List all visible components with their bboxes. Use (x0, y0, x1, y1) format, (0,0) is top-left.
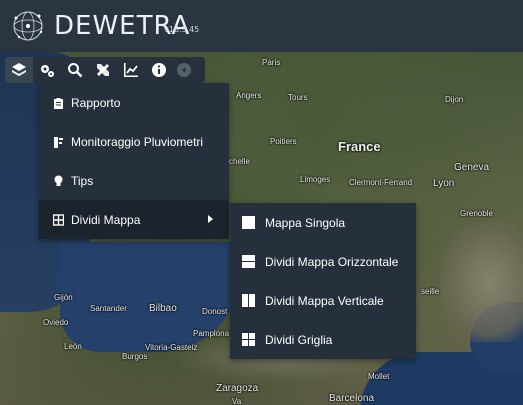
tools-button[interactable] (89, 57, 117, 83)
lightbulb-icon (52, 174, 64, 188)
map-label-bilbao: Bilbao (149, 303, 177, 314)
map-label-france: France (338, 139, 381, 154)
rain-gauge-icon (52, 135, 64, 149)
chevron-left-icon (182, 67, 186, 73)
submenu-item-label: Dividi Griglia (265, 332, 333, 347)
map-label-pamplona: Pamplona (193, 329, 230, 338)
single-map-icon (242, 216, 255, 229)
menu-item-label: Monitoraggio Pluviometri (71, 134, 204, 149)
menu-item-tips[interactable]: Tips (39, 161, 229, 200)
submenu-item-dividi-verticale[interactable]: Dividi Mappa Verticale (230, 281, 416, 320)
caret-right-icon (208, 215, 213, 223)
map-label-donost: Donost (202, 307, 228, 316)
collapse-toolbar-button[interactable] (177, 63, 191, 77)
submenu-item-dividi-orizzontale[interactable]: Dividi Mappa Orizzontale (230, 242, 416, 281)
map-label-burgos: Burgos (122, 352, 148, 361)
app-header: DEWETRA v18.3.45 (0, 0, 523, 52)
map-label-limoges: Limoges (300, 175, 331, 184)
search-button[interactable] (61, 57, 89, 83)
chart-icon (124, 63, 138, 77)
alps-region (440, 222, 523, 342)
menu-item-monitoraggio-pluviometri[interactable]: Monitoraggio Pluviometri (39, 122, 229, 161)
layers-button[interactable] (5, 57, 33, 83)
submenu-item-dividi-griglia[interactable]: Dividi Griglia (230, 320, 416, 359)
search-icon (68, 63, 83, 78)
map-label-vitoria: Vitoria-Gasteiz (145, 343, 198, 352)
map-label-dijon: Dijon (445, 95, 464, 104)
grid-icon (52, 213, 64, 227)
info-icon (152, 63, 166, 77)
map-label-paris: Paris (262, 58, 281, 67)
split-vertical-icon (242, 294, 255, 307)
grid-split-icon (242, 333, 255, 346)
map-label-gijon: Gijón (54, 293, 73, 302)
map-label-grenoble: Grenoble (460, 209, 493, 218)
settings-button[interactable] (33, 57, 61, 83)
clipboard-icon (52, 96, 64, 110)
map-label-mollet: Mollet (368, 372, 390, 381)
submenu-item-label: Dividi Mappa Orizzontale (265, 254, 399, 269)
menu-item-label: Dividi Mappa (71, 212, 141, 227)
menu-item-label: Tips (71, 173, 94, 188)
map-label-clermont: Clermont-Ferrand (349, 178, 413, 187)
map-label-santander: Santander (90, 304, 127, 313)
settings-icon (41, 65, 54, 77)
map-label-tours: Tours (288, 93, 308, 102)
submenu-item-label: Mappa Singola (265, 215, 346, 230)
layers-icon (12, 63, 26, 76)
map-label-seille: seille (421, 287, 440, 296)
globe-logo-icon (13, 11, 43, 41)
map-label-chelle: chelle (229, 157, 250, 166)
dividi-mappa-submenu: Mappa Singola Dividi Mappa Orizzontale D… (230, 203, 416, 359)
map-label-lyon: Lyon (433, 178, 455, 189)
map-label-va: Va (232, 397, 242, 405)
map-toolbar (5, 57, 205, 83)
map-label-barcelona: Barcelona (329, 393, 375, 404)
map-label-geneva: Geneva (454, 162, 490, 173)
tools-icon (97, 64, 109, 76)
map-label-poitiers: Poitiers (270, 137, 297, 146)
submenu-item-label: Dividi Mappa Verticale (265, 293, 384, 308)
map-label-leon: León (64, 342, 82, 351)
menu-item-rapporto[interactable]: Rapporto (39, 83, 229, 122)
info-button[interactable] (145, 57, 173, 83)
map-label-angers: Angers (236, 91, 262, 100)
map-label-zaragoza: Zaragoza (216, 383, 259, 394)
submenu-item-mappa-singola[interactable]: Mappa Singola (230, 203, 416, 242)
tools-menu: Rapporto Monitoraggio Pluviometri Tips D… (39, 83, 229, 239)
map-label-oviedo: Oviedo (43, 318, 69, 327)
chart-button[interactable] (117, 57, 145, 83)
menu-item-label: Rapporto (71, 95, 121, 110)
menu-item-dividi-mappa[interactable]: Dividi Mappa (39, 200, 229, 239)
split-horizontal-icon (242, 255, 255, 268)
app-version: v18.3.45 (164, 25, 200, 34)
